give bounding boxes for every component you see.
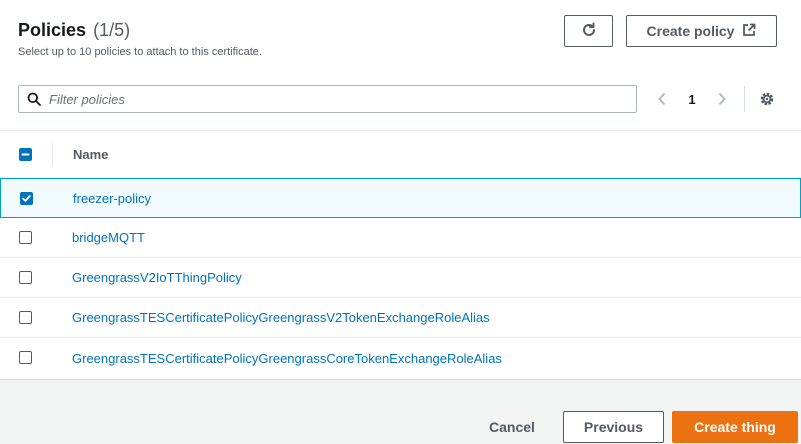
create-policy-button[interactable]: Create policy (626, 15, 777, 47)
column-header-name[interactable]: Name (73, 147, 108, 162)
row-checkbox[interactable] (20, 192, 33, 205)
external-link-icon (742, 23, 756, 40)
select-all-checkbox[interactable] (19, 148, 32, 161)
table-row[interactable]: GreengrassTESCertificatePolicyGreengrass… (0, 298, 801, 338)
row-checkbox[interactable] (19, 271, 32, 284)
refresh-button[interactable] (564, 15, 613, 47)
previous-page-chevron-icon[interactable] (652, 92, 672, 106)
row-checkbox[interactable] (19, 351, 32, 364)
pagination: 1 (652, 88, 732, 110)
column-divider (52, 143, 53, 165)
policy-name-link[interactable]: GreengrassTESCertificatePolicyGreengrass… (72, 351, 502, 366)
filter-policies-input[interactable] (49, 91, 619, 107)
policies-panel: Policies (1/5) Select up to 10 policies … (0, 0, 801, 380)
refresh-icon (581, 22, 597, 41)
policy-name-link[interactable]: freezer-policy (73, 191, 151, 206)
table-header-row: Name (0, 130, 801, 178)
policy-name-link[interactable]: bridgeMQTT (72, 230, 145, 245)
row-checkbox[interactable] (19, 311, 32, 324)
table-row[interactable]: freezer-policy (0, 178, 801, 218)
policies-table: Name freezer-policy bridgeMQTT Greengras… (0, 130, 801, 378)
row-checkbox[interactable] (19, 231, 32, 244)
create-policy-label: Create policy (646, 23, 735, 39)
table-row[interactable]: GreengrassTESCertificatePolicyGreengrass… (0, 338, 801, 378)
table-row[interactable]: bridgeMQTT (0, 218, 801, 258)
current-page-number[interactable]: 1 (672, 92, 712, 107)
create-thing-button[interactable]: Create thing (672, 411, 798, 443)
panel-header: Policies (1/5) Select up to 10 policies … (18, 18, 262, 58)
selection-count: (1/5) (93, 20, 131, 40)
next-page-chevron-icon[interactable] (712, 92, 732, 106)
table-row[interactable]: GreengrassV2IoTThingPolicy (0, 258, 801, 298)
page-title: Policies (1/5) (18, 18, 262, 42)
search-icon (19, 92, 49, 106)
policy-name-link[interactable]: GreengrassV2IoTThingPolicy (72, 270, 242, 285)
settings-gear-icon[interactable] (757, 89, 777, 109)
previous-button[interactable]: Previous (563, 411, 664, 443)
policy-name-link[interactable]: GreengrassTESCertificatePolicyGreengrass… (72, 310, 490, 325)
pagination-divider (744, 86, 745, 112)
title-text: Policies (18, 20, 87, 40)
cancel-button[interactable]: Cancel (476, 411, 548, 443)
panel-description: Select up to 10 policies to attach to th… (18, 46, 262, 58)
filter-search-box (18, 85, 637, 113)
